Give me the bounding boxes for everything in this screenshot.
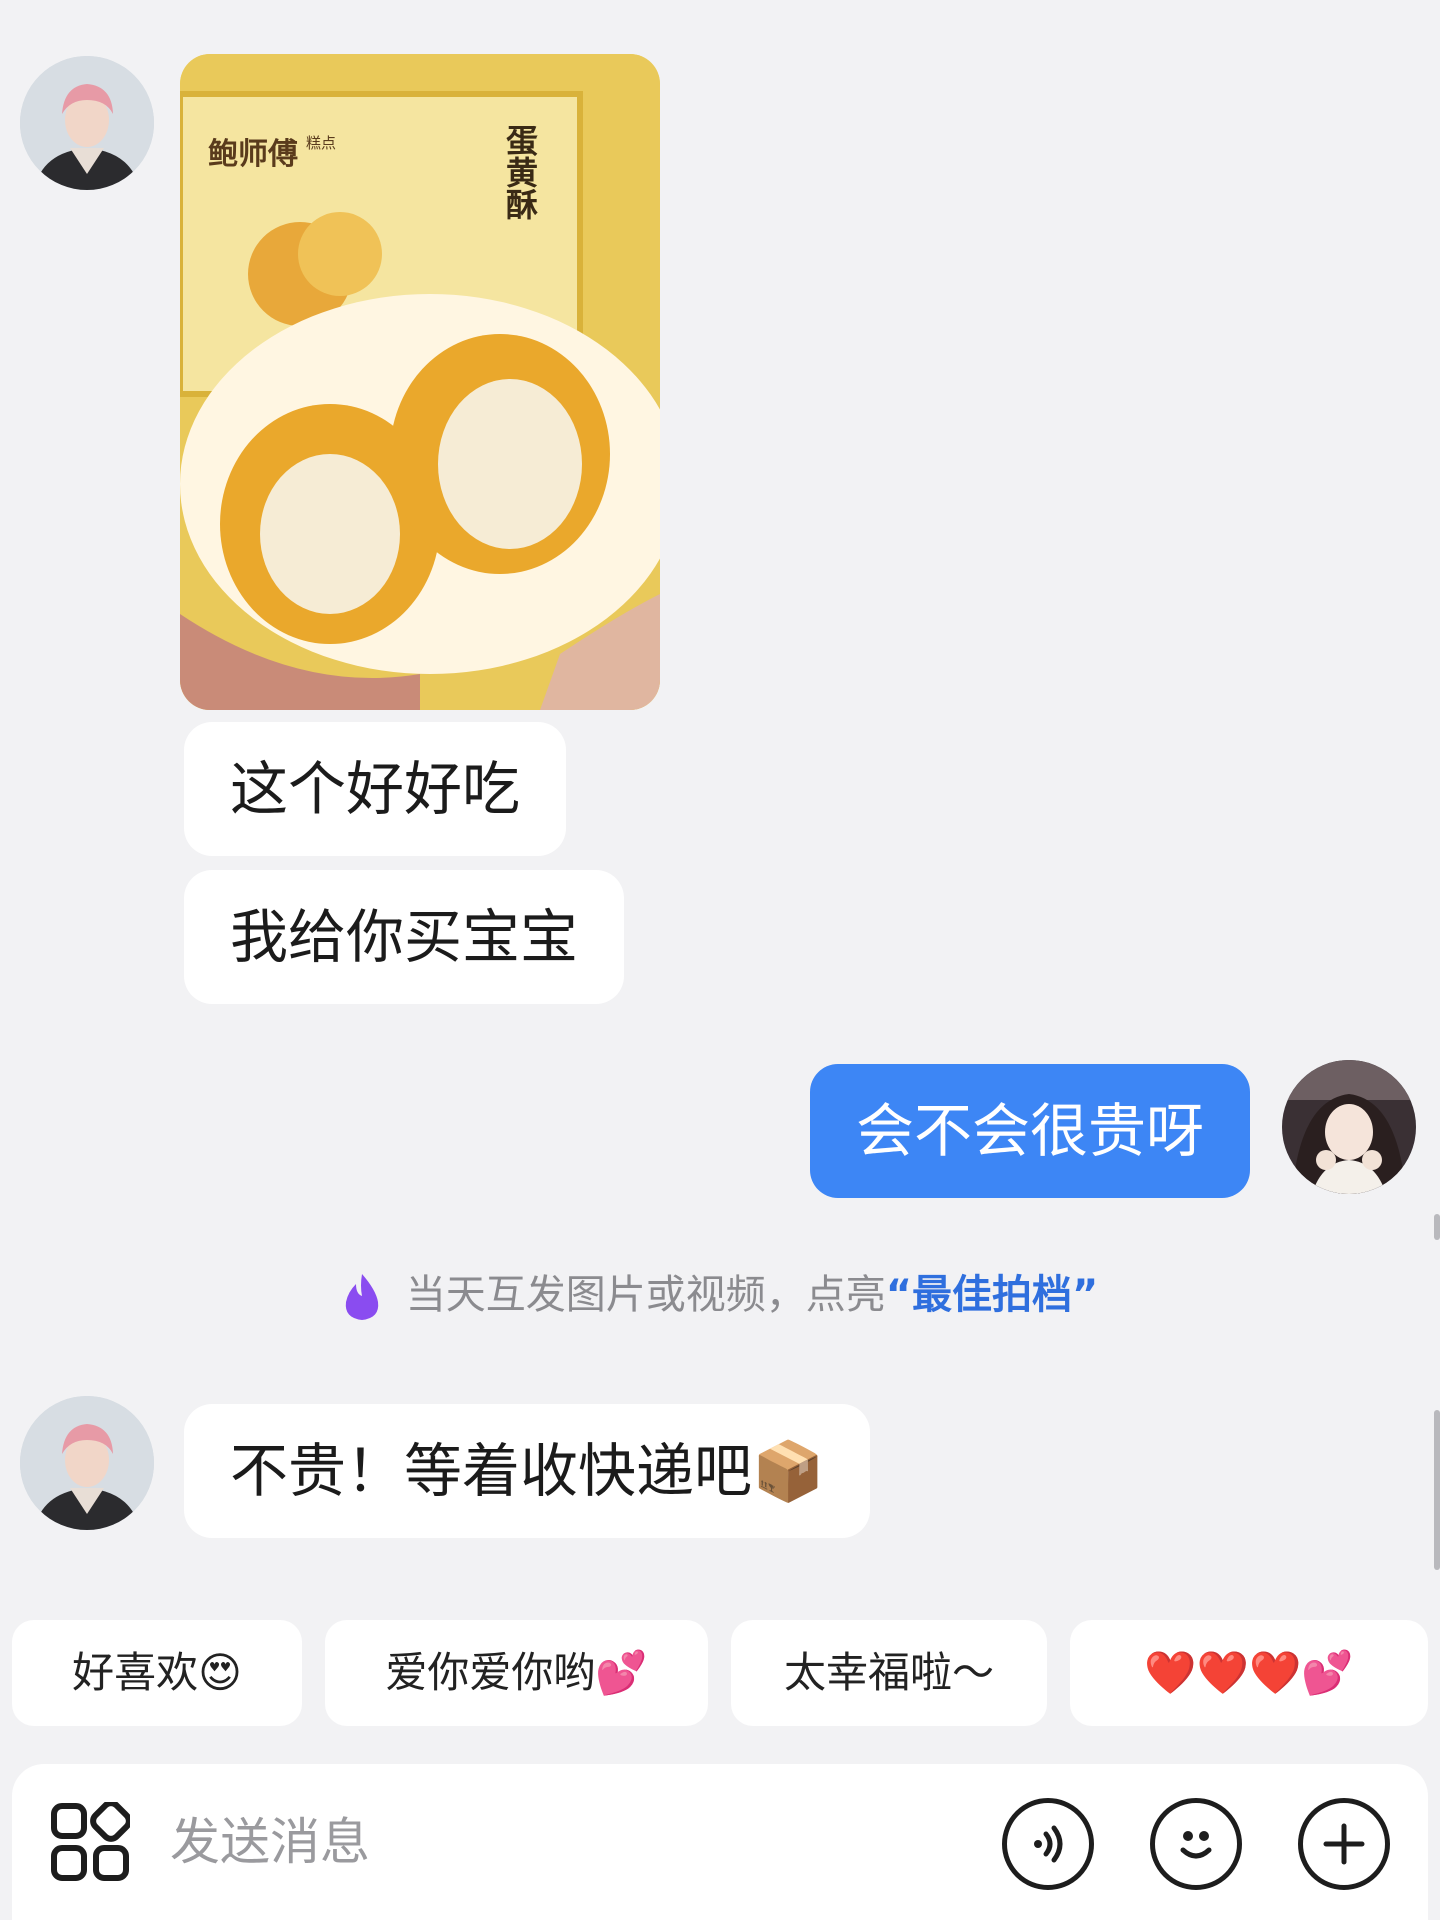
message-bubble-sent[interactable]: 会不会很贵呀 bbox=[810, 1064, 1251, 1198]
friend-avatar[interactable] bbox=[20, 1396, 154, 1530]
svg-text:蛋黄酥: 蛋黄酥 bbox=[501, 124, 539, 220]
quick-reply-chip[interactable]: 爱你爱你哟💕 bbox=[325, 1620, 708, 1726]
friend-avatar[interactable] bbox=[20, 56, 154, 190]
notice-text: 当天互发图片或视频，点亮 bbox=[405, 1272, 886, 1318]
scrollbar-marker bbox=[1434, 1214, 1440, 1240]
emoji-icon bbox=[1180, 1831, 1212, 1859]
emoji-button[interactable] bbox=[1150, 1798, 1242, 1890]
plus-button[interactable] bbox=[1298, 1798, 1390, 1890]
message-input[interactable]: 发送消息 bbox=[170, 1764, 370, 1920]
photo-brand-text: 鲍师傅 bbox=[208, 137, 298, 172]
flame-icon bbox=[345, 1274, 378, 1320]
chat-window: 鲍师傅 糕点 蛋黄酥 这个好好吃 我给你买宝宝 会不会很贵呀 当天互发图片或视频… bbox=[0, 0, 1440, 1920]
system-notice: 当天互发图片或视频，点亮“最佳拍档” bbox=[0, 1262, 1440, 1322]
quick-reply-chip[interactable]: 太幸福啦～ bbox=[731, 1620, 1047, 1726]
apps-grid-icon[interactable] bbox=[50, 1802, 130, 1882]
quick-reply-chip[interactable]: 好喜欢😍 bbox=[12, 1620, 302, 1726]
shared-photo[interactable]: 鲍师傅 糕点 蛋黄酥 bbox=[180, 54, 660, 710]
best-partner-link[interactable]: “最佳拍档” bbox=[886, 1272, 1099, 1318]
message-bubble-received[interactable]: 不贵！等着收快递吧📦 bbox=[184, 1404, 871, 1538]
svg-text:糕点: 糕点 bbox=[306, 134, 336, 152]
my-avatar[interactable] bbox=[1282, 1060, 1416, 1194]
scrollbar-thumb[interactable] bbox=[1434, 1410, 1440, 1570]
voice-icon bbox=[1034, 1825, 1063, 1863]
message-bubble-received[interactable]: 这个好好吃 bbox=[184, 722, 567, 856]
voice-button[interactable] bbox=[1002, 1798, 1094, 1890]
message-input-bar: 发送消息 bbox=[12, 1764, 1428, 1920]
message-bubble-received[interactable]: 我给你买宝宝 bbox=[184, 870, 625, 1004]
quick-reply-chip[interactable]: ❤️❤️❤️💕 bbox=[1070, 1620, 1428, 1726]
plus-icon bbox=[1323, 1823, 1365, 1865]
